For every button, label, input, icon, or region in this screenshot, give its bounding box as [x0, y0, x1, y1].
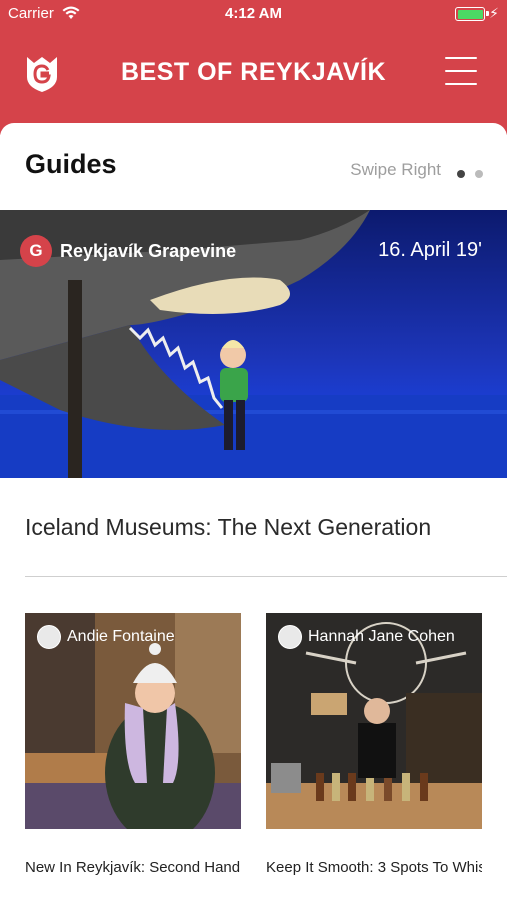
- card-author: Hannah Jane Cohen: [308, 628, 455, 645]
- menu-bar: [445, 57, 477, 59]
- section-title: Guides: [25, 149, 117, 179]
- source-logo-icon: G: [20, 235, 52, 267]
- battery-icon: [455, 7, 489, 21]
- card-author: Andie Fontaine: [67, 628, 175, 645]
- menu-button[interactable]: [445, 57, 477, 91]
- guide-card[interactable]: Andie Fontaine New In Reykjavík: Second …: [25, 613, 241, 876]
- menu-bar: [445, 83, 477, 85]
- app-header: Carrier 4:12 AM ⚡ BEST OF REYKJAVÍK: [0, 0, 507, 135]
- page-dot-active[interactable]: [457, 170, 465, 178]
- guide-card[interactable]: Hannah Jane Cohen Keep It Smooth: 3 Spot…: [266, 613, 482, 876]
- charging-icon: ⚡: [489, 5, 499, 21]
- page-dot[interactable]: [475, 170, 483, 178]
- divider: [25, 576, 507, 577]
- publish-date: 16. April 19': [378, 239, 482, 261]
- swipe-hint: Swipe Right: [350, 160, 441, 179]
- status-time: 4:12 AM: [225, 5, 282, 22]
- featured-guide-image[interactable]: G Reykjavík Grapevine 16. April 19': [0, 210, 507, 478]
- card-title[interactable]: Keep It Smooth: 3 Spots To Whiskey: [266, 859, 482, 876]
- main-content: Guides Swipe Right G Reykjavík Grapevine…: [0, 123, 507, 900]
- card-image[interactable]: Andie Fontaine: [25, 613, 241, 829]
- author-avatar: [278, 625, 302, 649]
- status-bar: Carrier 4:12 AM ⚡: [0, 0, 507, 28]
- page-indicator[interactable]: [447, 165, 483, 183]
- featured-guide-title[interactable]: Iceland Museums: The Next Generation: [25, 514, 431, 541]
- card-image[interactable]: Hannah Jane Cohen: [266, 613, 482, 829]
- author-avatar: [37, 625, 61, 649]
- app-title: BEST OF REYKJAVÍK: [120, 58, 387, 86]
- card-title[interactable]: New In Reykjavík: Second Hand: [25, 859, 241, 876]
- menu-bar: [445, 70, 477, 72]
- source-name[interactable]: Reykjavík Grapevine: [60, 241, 236, 262]
